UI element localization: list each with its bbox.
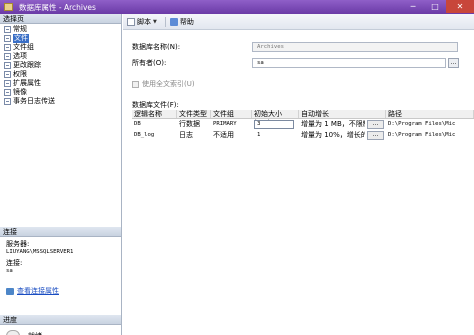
owner-input[interactable]: sa	[252, 58, 446, 68]
page-label: 选项	[13, 52, 27, 60]
cell-name[interactable]: DB_log	[132, 130, 177, 141]
fulltext-checkbox	[132, 80, 139, 88]
page-label: 权限	[13, 70, 27, 78]
page-permissions[interactable]: 权限	[0, 70, 121, 79]
progress-header: 进度	[0, 315, 121, 325]
size-input[interactable]: 3	[254, 120, 294, 129]
page-list: 常规 文件 文件组 选项 更改跟踪 权限 扩展属性 镜像 事务日志传送	[0, 24, 121, 106]
files-grid: 逻辑名称 文件类型 文件组 初始大小(MB) 自动增长 路径 DB 行数据 PR…	[132, 110, 474, 141]
window-titlebar: 数据库属性 - Archives ─ □ ✕	[0, 0, 474, 14]
connection-header: 连接	[0, 227, 121, 237]
toolbar-divider	[164, 16, 166, 27]
column-header[interactable]: 文件类型	[177, 110, 211, 118]
page-label: 镜像	[13, 88, 27, 96]
view-connection-properties[interactable]: 查看连接属性	[6, 287, 118, 295]
growth-button[interactable]: ...	[367, 120, 384, 129]
files-label: 数据库文件(F):	[132, 101, 179, 109]
page-icon	[4, 98, 11, 105]
fulltext-row: 使用全文索引(U)	[132, 79, 195, 89]
column-header[interactable]: 路径	[386, 110, 474, 118]
help-label: 帮助	[179, 17, 194, 26]
minimize-button[interactable]: ─	[402, 0, 424, 13]
db-name-input: Archives	[252, 42, 458, 52]
cell-type: 日志	[179, 131, 193, 139]
page-icon	[4, 26, 11, 33]
close-button[interactable]: ✕	[446, 0, 474, 13]
fulltext-label: 使用全文索引(U)	[142, 80, 195, 88]
help-icon	[169, 17, 178, 26]
db-name-row: 数据库名称(N): Archives	[132, 42, 458, 52]
cell-name[interactable]: DB	[132, 119, 177, 130]
left-pane: 选择页 常规 文件 文件组 选项 更改跟踪 权限 扩展属性 镜像 事务日志传送 …	[0, 14, 122, 335]
connection-value: sa	[6, 268, 13, 274]
page-log-shipping[interactable]: 事务日志传送	[0, 97, 121, 106]
server-value: LIUYANG\MSSQLSERVER1	[6, 249, 74, 255]
page-options[interactable]: 选项	[0, 52, 121, 61]
properties-icon	[6, 287, 14, 295]
script-label: 脚本	[137, 17, 151, 26]
progress-icon	[6, 330, 20, 335]
page-general[interactable]: 常规	[0, 25, 121, 34]
cell-type: 行数据	[179, 120, 200, 128]
toolbar: 脚本 ▼ 帮助	[123, 14, 474, 30]
select-page-header: 选择页	[0, 14, 121, 24]
maximize-button[interactable]: □	[424, 0, 446, 13]
column-header[interactable]: 逻辑名称	[132, 110, 177, 118]
page-label: 文件	[13, 34, 29, 43]
page-icon	[4, 62, 11, 69]
window-controls: ─ □ ✕	[402, 0, 474, 14]
chevron-down-icon[interactable]: ▼	[153, 19, 157, 25]
table-row[interactable]: DB 行数据 PRIMARY 3 增量为 1 MB，不限制增长... D:\Pr…	[132, 119, 474, 130]
page-label: 常规	[13, 25, 27, 33]
page-filegroups[interactable]: 文件组	[0, 43, 121, 52]
connection-label: 连接:	[6, 259, 23, 267]
owner-browse-button[interactable]: ...	[448, 58, 459, 68]
page-mirroring[interactable]: 镜像	[0, 88, 121, 97]
growth-text: 增量为 10%，增长的最	[301, 131, 365, 139]
page-label: 更改跟踪	[13, 61, 41, 69]
cell-path: D:\Program Files\Mic	[388, 132, 456, 138]
page-icon	[4, 35, 11, 42]
cell-filegroup: PRIMARY	[213, 121, 237, 127]
progress-status: 就绪	[28, 331, 42, 335]
page-icon	[4, 44, 11, 51]
owner-row: 所有者(O): sa ...	[132, 58, 459, 68]
growth-text: 增量为 1 MB，不限制增长	[301, 120, 365, 128]
page-label: 扩展属性	[13, 79, 41, 87]
script-button[interactable]: 脚本 ▼	[127, 17, 157, 27]
server-label: 服务器:	[6, 240, 30, 248]
page-extended-properties[interactable]: 扩展属性	[0, 79, 121, 88]
right-pane: 脚本 ▼ 帮助 数据库名称(N): Archives 所有者(O): sa ..…	[123, 14, 474, 335]
help-button[interactable]: 帮助	[169, 17, 194, 27]
page-icon	[4, 89, 11, 96]
database-icon	[4, 3, 13, 11]
page-files[interactable]: 文件	[0, 34, 121, 43]
cell-path: D:\Program Files\Mic	[388, 121, 456, 127]
db-name-label: 数据库名称(N):	[132, 43, 181, 51]
connection-info: 服务器: LIUYANG\MSSQLSERVER1 连接: sa 查看连接属性	[6, 240, 118, 295]
page-icon	[4, 53, 11, 60]
page-change-tracking[interactable]: 更改跟踪	[0, 61, 121, 70]
size-value[interactable]: 1	[254, 130, 260, 141]
page-icon	[4, 80, 11, 87]
column-header[interactable]: 初始大小(MB)	[252, 110, 299, 127]
cell-filegroup: 不适用	[213, 131, 234, 139]
page-label: 事务日志传送	[13, 97, 55, 105]
progress-info: 就绪	[6, 330, 42, 335]
table-row[interactable]: DB_log 日志 不适用 1 增量为 10%，增长的最... D:\Progr…	[132, 130, 474, 141]
grid-header: 逻辑名称 文件类型 文件组 初始大小(MB) 自动增长 路径	[132, 110, 474, 127]
window-title: 数据库属性 - Archives	[19, 2, 96, 12]
column-header[interactable]: 文件组	[211, 110, 252, 118]
script-icon	[127, 17, 135, 26]
column-header[interactable]: 自动增长	[299, 110, 386, 118]
owner-label: 所有者(O):	[132, 59, 167, 67]
page-label: 文件组	[13, 43, 34, 51]
growth-button[interactable]: ...	[367, 131, 384, 140]
page-icon	[4, 71, 11, 78]
view-connection-properties-link[interactable]: 查看连接属性	[17, 287, 59, 295]
